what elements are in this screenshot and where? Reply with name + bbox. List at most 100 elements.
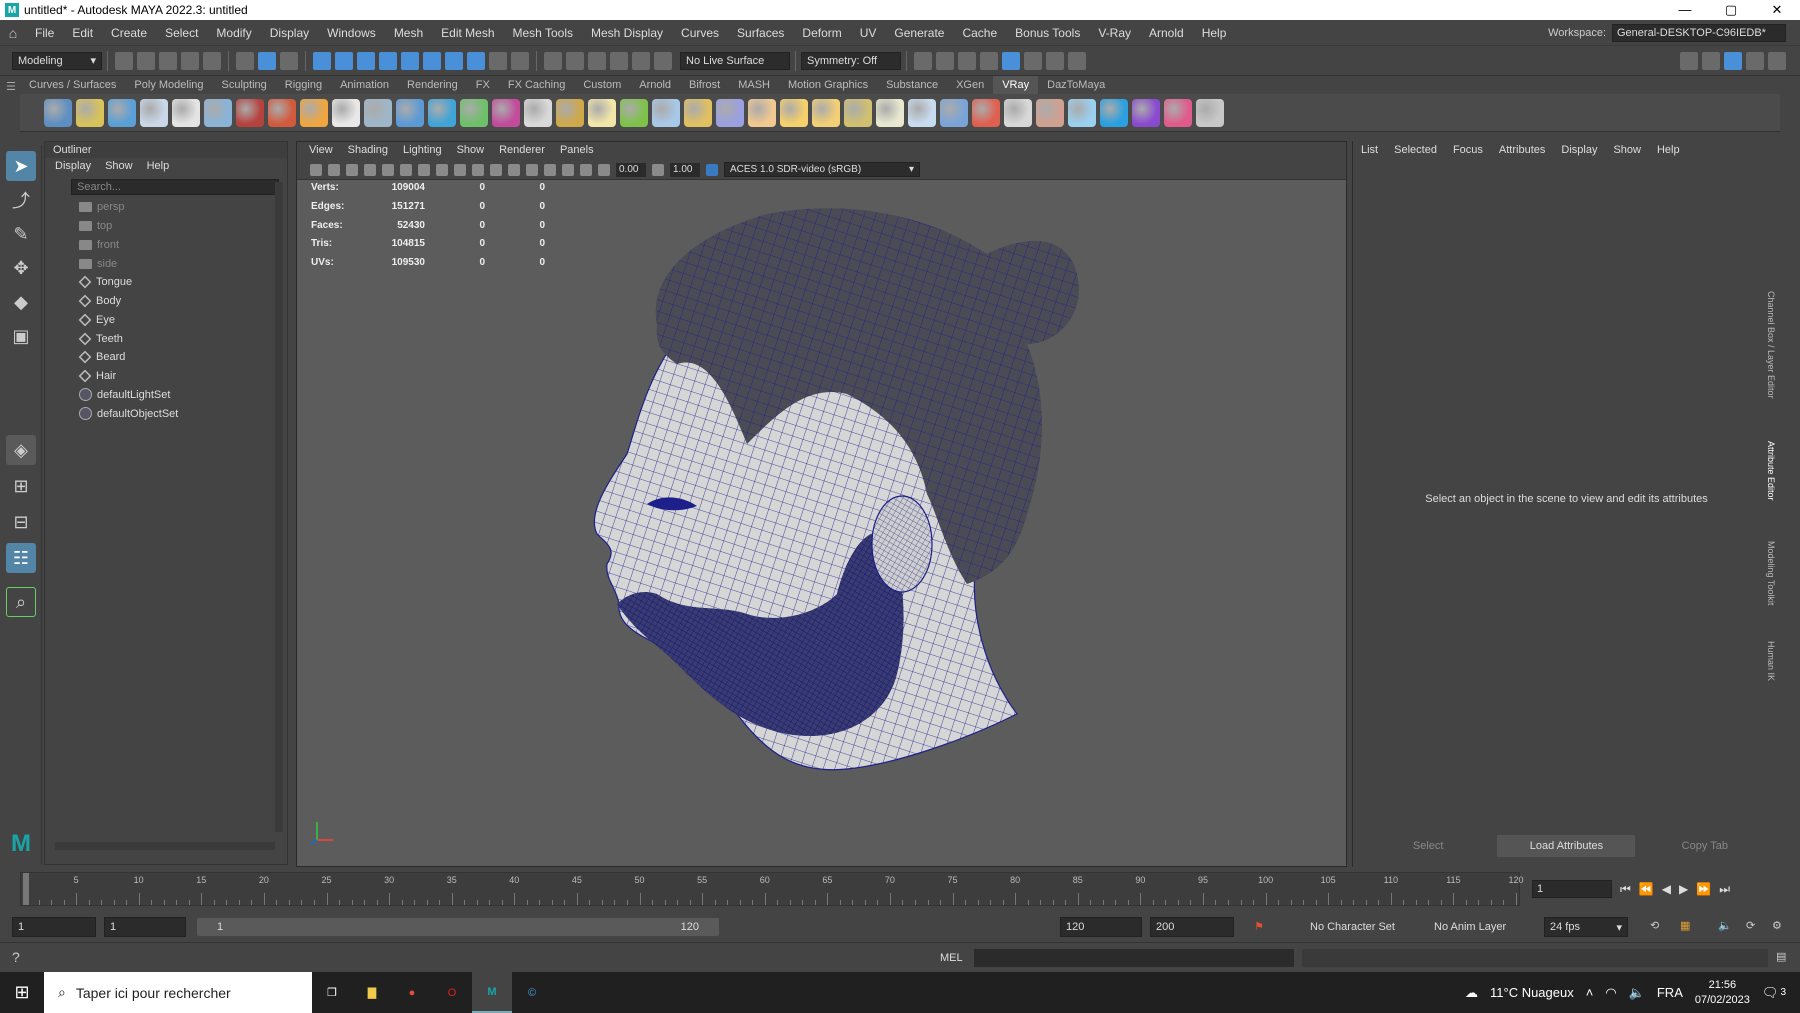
snap-curve-icon[interactable] <box>335 51 353 70</box>
viewport-panel[interactable]: View Shading Lighting Show Renderer Panels 0.… <box>296 141 1347 867</box>
snap-live-icon[interactable] <box>423 51 441 70</box>
shelf-tool-icon[interactable] <box>364 98 392 127</box>
shelf-tool-icon[interactable] <box>844 98 872 127</box>
shelf-tool-icon[interactable] <box>780 98 808 127</box>
output-ops-icon[interactable] <box>588 51 606 70</box>
menu-mesh[interactable]: Mesh <box>385 26 432 40</box>
go-to-start-icon[interactable]: ⏮ <box>1620 882 1631 897</box>
shelf-tool-icon[interactable] <box>300 98 328 127</box>
menu-file[interactable]: File <box>26 26 63 40</box>
app-c-icon[interactable]: © <box>512 972 552 1013</box>
range-slider[interactable]: 1 120 <box>197 918 719 936</box>
construction-icon[interactable] <box>610 51 628 70</box>
shelf-tool-icon[interactable] <box>972 98 1000 127</box>
side-tab-modeling-toolkit[interactable]: Modeling Toolkit <box>1766 541 1776 605</box>
save-scene-icon[interactable] <box>159 51 177 70</box>
menu-edit-mesh[interactable]: Edit Mesh <box>432 26 503 40</box>
head-wireframe-model[interactable] <box>547 194 1087 794</box>
side-tab-human-ik[interactable]: Human IK <box>1766 641 1776 681</box>
menu-surfaces[interactable]: Surfaces <box>728 26 793 40</box>
time-slider[interactable]: 1510152025303540455055606570758085909510… <box>20 872 1524 906</box>
menu-edit[interactable]: Edit <box>63 26 102 40</box>
attr-menu-help[interactable]: Help <box>1657 144 1680 156</box>
select-button[interactable]: Select <box>1359 835 1497 857</box>
viewport-menu-lighting[interactable]: Lighting <box>397 142 451 160</box>
textured-icon[interactable] <box>508 163 520 176</box>
magnet-icon[interactable] <box>632 51 650 70</box>
outliner-item-defaultlightset[interactable]: defaultLightSet <box>45 386 287 405</box>
windows-start-icon[interactable]: ⊞ <box>0 982 44 1003</box>
shelf-tab-custom[interactable]: Custom <box>574 76 630 94</box>
script-language-label[interactable]: MEL <box>940 952 963 964</box>
script-editor-icon[interactable]: ▤ <box>1776 950 1786 963</box>
shelf-tool-icon[interactable] <box>268 98 296 127</box>
weather-text[interactable]: 11°C Nuageux <box>1490 985 1574 1000</box>
outliner-item-tongue[interactable]: Tongue <box>45 273 287 292</box>
weather-icon[interactable]: ☁ <box>1465 985 1478 1001</box>
clock[interactable]: 21:56 07/02/2023 <box>1695 978 1750 1008</box>
shelf-tab-rigging[interactable]: Rigging <box>276 76 331 94</box>
panel-channel-icon[interactable] <box>1746 51 1764 70</box>
viewport-menu-shading[interactable]: Shading <box>342 142 397 160</box>
wireframe-icon[interactable] <box>454 163 466 176</box>
restore-button[interactable]: ▢ <box>1708 2 1754 18</box>
outliner-item-front[interactable]: front <box>45 236 287 255</box>
menu-generate[interactable]: Generate <box>885 26 953 40</box>
lights-icon[interactable] <box>526 163 538 176</box>
new-scene-icon[interactable] <box>115 51 133 70</box>
opera-icon[interactable]: O <box>432 972 472 1013</box>
keyboard-lang[interactable]: FRA <box>1657 985 1683 1000</box>
network-icon[interactable]: ◠ <box>1605 985 1616 1001</box>
live-surface-field[interactable]: No Live Surface <box>680 51 790 70</box>
menu-v-ray[interactable]: V-Ray <box>1089 26 1140 40</box>
menu-cache[interactable]: Cache <box>953 26 1006 40</box>
render-settings-icon[interactable] <box>980 51 998 70</box>
chevron-up-icon[interactable]: ˄ <box>1586 985 1594 1000</box>
safe-action-icon[interactable] <box>436 163 448 176</box>
select-component-icon[interactable] <box>280 51 298 70</box>
workspace-dropdown[interactable]: General-DESKTOP-C96IEDB* <box>1612 23 1786 42</box>
shelf-tool-icon[interactable] <box>1196 98 1224 127</box>
shelf-tab-xgen[interactable]: XGen <box>947 76 993 94</box>
shelf-tool-icon[interactable] <box>428 98 456 127</box>
shelf-tab-curves-surfaces[interactable]: Curves / Surfaces <box>20 76 125 94</box>
chrome-icon[interactable]: ● <box>392 972 432 1013</box>
attr-menu-attributes[interactable]: Attributes <box>1499 144 1545 156</box>
outliner-vscrollbar[interactable] <box>275 182 283 832</box>
isolate-icon[interactable] <box>580 163 592 176</box>
pause-icon[interactable] <box>1068 51 1086 70</box>
loop-icon[interactable]: ⟲ <box>1650 919 1659 932</box>
film-gate-icon[interactable] <box>400 163 412 176</box>
viewport-menu-panels[interactable]: Panels <box>554 142 603 160</box>
input-ops-icon[interactable] <box>566 51 584 70</box>
step-back-icon[interactable]: ◀ <box>1662 882 1671 896</box>
taskbar-search-input[interactable]: ⌕ Taper ici pour rechercher <box>44 972 312 1013</box>
help-icon[interactable]: ? <box>12 949 20 965</box>
file-explorer-icon[interactable]: ▇ <box>352 972 392 1013</box>
shelf-tool-icon[interactable] <box>1132 98 1160 127</box>
outliner-item-hair[interactable]: Hair <box>45 367 287 386</box>
sound-icon[interactable]: 🔈 <box>1718 919 1732 932</box>
xray-icon[interactable] <box>562 163 574 176</box>
outliner-item-side[interactable]: side <box>45 254 287 273</box>
menu-help[interactable]: Help <box>1193 26 1236 40</box>
attr-menu-display[interactable]: Display <box>1561 144 1597 156</box>
minimize-button[interactable]: — <box>1662 2 1708 18</box>
snap-surface-icon[interactable] <box>401 51 419 70</box>
camera-icon[interactable] <box>310 163 322 176</box>
single-view-icon[interactable]: ◈ <box>6 435 36 465</box>
vray-render-icon[interactable] <box>1046 51 1064 70</box>
shelf-tool-icon[interactable] <box>940 98 968 127</box>
command-input[interactable] <box>974 949 1294 967</box>
menu-mesh-display[interactable]: Mesh Display <box>582 26 672 40</box>
grid-icon[interactable] <box>382 163 394 176</box>
shelf-tool-icon[interactable] <box>396 98 424 127</box>
lasso-tool-icon[interactable]: ⤴ <box>6 185 36 215</box>
shelf-tab-rendering[interactable]: Rendering <box>398 76 467 94</box>
shelf-tool-icon[interactable] <box>1036 98 1064 127</box>
load-attributes-button[interactable]: Load Attributes <box>1497 835 1636 857</box>
shadows-icon[interactable] <box>544 163 556 176</box>
shelf-tool-icon[interactable] <box>876 98 904 127</box>
snap-settings-icon[interactable] <box>511 51 529 70</box>
shelf-tab-motion-graphics[interactable]: Motion Graphics <box>779 76 877 94</box>
